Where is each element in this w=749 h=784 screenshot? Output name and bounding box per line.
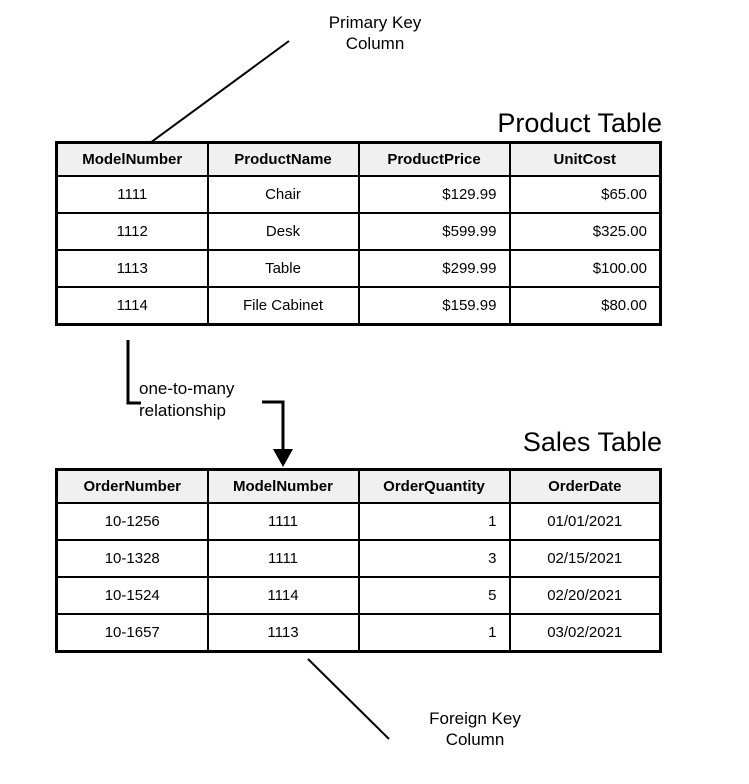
cell-orderquantity: 1	[357, 613, 511, 653]
column-header-productname: ProductName	[206, 141, 360, 177]
cell-unitcost: $80.00	[508, 286, 662, 326]
product-table-title: Product Table	[497, 108, 662, 138]
relationship-annotation: one-to-many relationship	[139, 379, 235, 420]
cell-ordernumber: 10-1657	[55, 613, 209, 653]
cell-unitcost: $65.00	[508, 175, 662, 214]
column-header-modelnumber: ModelNumber	[206, 468, 360, 504]
column-header-productprice: ProductPrice	[357, 141, 511, 177]
cell-modelnumber: 1111	[206, 539, 360, 578]
cell-ordernumber: 10-1524	[55, 576, 209, 615]
cell-productprice: $159.99	[357, 286, 511, 326]
table-row: 1113 Table $299.99 $100.00	[55, 249, 662, 288]
cell-orderquantity: 5	[357, 576, 511, 615]
cell-modelnumber: 1112	[55, 212, 209, 251]
cell-unitcost: $325.00	[508, 212, 662, 251]
table-row: 1111 Chair $129.99 $65.00	[55, 175, 662, 214]
cell-productname: Chair	[206, 175, 360, 214]
cell-productprice: $599.99	[357, 212, 511, 251]
cell-productname: File Cabinet	[206, 286, 360, 326]
column-header-unitcost: UnitCost	[508, 141, 662, 177]
table-header-row: ModelNumber ProductName ProductPrice Uni…	[55, 141, 662, 177]
foreign-key-leader-line	[307, 658, 390, 740]
cell-productname: Desk	[206, 212, 360, 251]
cell-unitcost: $100.00	[508, 249, 662, 288]
cell-productname: Table	[206, 249, 360, 288]
cell-modelnumber: 1114	[55, 286, 209, 326]
table-row: 10-1524 1114 5 02/20/2021	[55, 576, 662, 615]
cell-orderdate: 02/15/2021	[508, 539, 662, 578]
column-header-modelnumber: ModelNumber	[55, 141, 209, 177]
cell-modelnumber: 1113	[55, 249, 209, 288]
diagram-canvas: Primary Key Column Product Table ModelNu…	[0, 0, 749, 784]
cell-orderdate: 02/20/2021	[508, 576, 662, 615]
table-row: 1114 File Cabinet $159.99 $80.00	[55, 286, 662, 326]
table-row: 10-1256 1111 1 01/01/2021	[55, 502, 662, 541]
sales-table: OrderNumber ModelNumber OrderQuantity Or…	[55, 468, 662, 653]
column-header-ordernumber: OrderNumber	[55, 468, 209, 504]
column-header-orderdate: OrderDate	[508, 468, 662, 504]
table-row: 10-1657 1113 1 03/02/2021	[55, 613, 662, 653]
primary-key-annotation: Primary Key Column	[328, 13, 422, 53]
table-header-row: OrderNumber ModelNumber OrderQuantity Or…	[55, 468, 662, 504]
cell-productprice: $129.99	[357, 175, 511, 214]
cell-ordernumber: 10-1328	[55, 539, 209, 578]
cell-modelnumber: 1111	[55, 175, 209, 214]
cell-modelnumber: 1114	[206, 576, 360, 615]
table-row: 1112 Desk $599.99 $325.00	[55, 212, 662, 251]
cell-modelnumber: 1113	[206, 613, 360, 653]
cell-orderquantity: 3	[357, 539, 511, 578]
cell-orderquantity: 1	[357, 502, 511, 541]
cell-orderdate: 03/02/2021	[508, 613, 662, 653]
table-row: 10-1328 1111 3 02/15/2021	[55, 539, 662, 578]
foreign-key-annotation: Foreign Key Column	[429, 709, 521, 749]
cell-ordernumber: 10-1256	[55, 502, 209, 541]
column-header-orderquantity: OrderQuantity	[357, 468, 511, 504]
product-table: ModelNumber ProductName ProductPrice Uni…	[55, 141, 662, 326]
cell-orderdate: 01/01/2021	[508, 502, 662, 541]
sales-table-title: Sales Table	[522, 427, 662, 457]
cell-modelnumber: 1111	[206, 502, 360, 541]
cell-productprice: $299.99	[357, 249, 511, 288]
